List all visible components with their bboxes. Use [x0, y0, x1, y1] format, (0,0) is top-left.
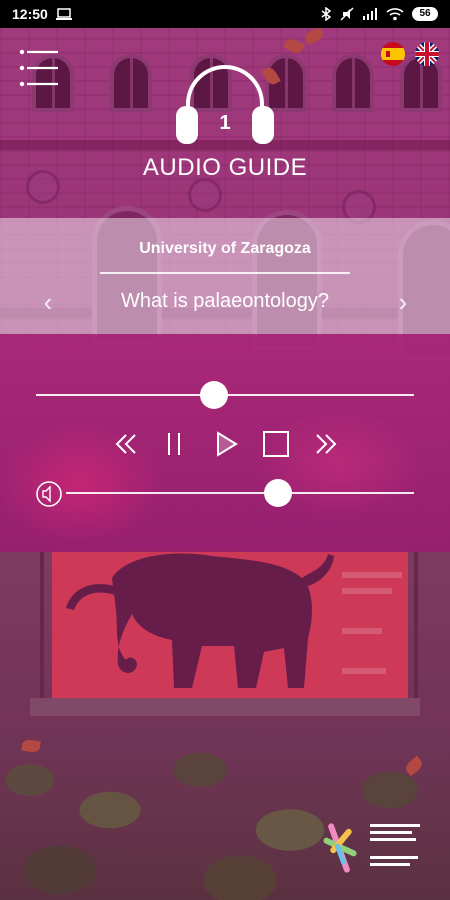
playback-controls	[110, 428, 340, 462]
track-info-panel: University of Zaragoza ‹ What is palaeon…	[0, 218, 450, 334]
wifi-icon	[386, 8, 404, 21]
volume-icon[interactable]	[35, 480, 63, 508]
status-bar: 12:50 56	[0, 0, 450, 28]
track-title: What is palaeontology?	[121, 290, 329, 312]
museum-logo	[323, 823, 420, 873]
signal-icon	[363, 8, 377, 20]
stop-icon[interactable]	[260, 428, 292, 460]
status-time: 12:50	[12, 6, 48, 22]
pause-icon[interactable]	[158, 428, 190, 460]
mute-icon	[340, 7, 354, 21]
laptop-icon	[55, 8, 72, 20]
progress-slider-thumb[interactable]	[199, 381, 228, 409]
fast-forward-icon[interactable]	[310, 428, 342, 460]
uk-flag-icon[interactable]	[415, 42, 439, 66]
rewind-icon[interactable]	[110, 428, 142, 460]
play-icon[interactable]	[210, 428, 242, 460]
headphones-icon	[176, 65, 274, 144]
next-track-button[interactable]: ›	[390, 288, 416, 316]
battery-indicator: 56	[412, 7, 438, 21]
info-divider	[100, 272, 350, 274]
previous-track-button[interactable]: ‹	[35, 288, 61, 316]
hamburger-menu-icon[interactable]	[18, 48, 62, 92]
bluetooth-icon	[321, 7, 332, 21]
location-label: University of Zaragoza	[139, 240, 311, 257]
volume-slider[interactable]	[66, 479, 414, 507]
page-title: AUDIO GUIDE	[142, 154, 308, 181]
player-panel	[0, 334, 450, 552]
volume-slider-thumb[interactable]	[264, 479, 293, 507]
progress-slider[interactable]	[36, 381, 414, 409]
guide-number: 1	[219, 112, 231, 134]
spain-flag-icon[interactable]	[381, 42, 405, 66]
